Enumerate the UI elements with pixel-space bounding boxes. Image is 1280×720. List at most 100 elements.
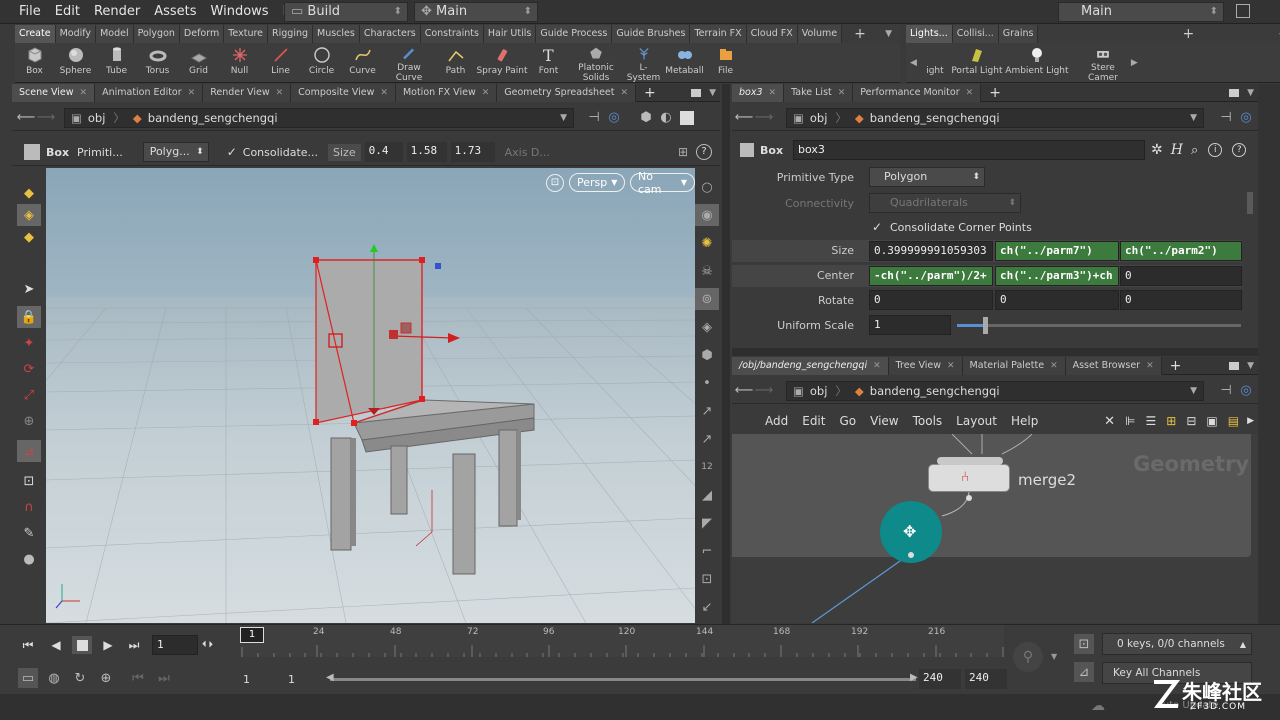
- menu-edit[interactable]: Edit: [48, 0, 87, 24]
- tab-tree-view[interactable]: Tree View ✕: [888, 356, 963, 375]
- chevron-down-icon[interactable]: ▼: [1190, 109, 1197, 127]
- blank-view-icon[interactable]: [680, 110, 694, 125]
- tool-sphere[interactable]: Sphere: [55, 43, 96, 83]
- tab-render-view[interactable]: Render View ✕: [203, 83, 292, 102]
- info-icon[interactable]: i: [1208, 143, 1223, 157]
- range-handle-right[interactable]: ▶: [910, 672, 918, 683]
- close-icon[interactable]: ✕: [873, 361, 881, 371]
- help-icon[interactable]: ?: [1232, 143, 1247, 157]
- pane-maximize-icon[interactable]: [1229, 361, 1240, 370]
- key-icon[interactable]: ⊿: [1074, 662, 1094, 682]
- back-arrow-icon[interactable]: ⟵: [734, 108, 754, 128]
- slider-handle[interactable]: [983, 317, 988, 334]
- rotate-tool-icon[interactable]: ⟳: [17, 358, 41, 380]
- shelf-tab-constraints[interactable]: Constraints: [420, 25, 484, 43]
- normal-icon[interactable]: ↗: [695, 400, 719, 422]
- tab-asset-browser[interactable]: Asset Browser ✕: [1065, 356, 1162, 375]
- tool-spray-paint[interactable]: Spray Paint: [476, 43, 528, 83]
- scale-tool-icon[interactable]: ⤢: [17, 384, 41, 406]
- tab-motion-fx-view[interactable]: Motion FX View ✕: [395, 83, 498, 102]
- scope-menu-icon[interactable]: ▼: [1051, 652, 1057, 661]
- tool-font[interactable]: T Font: [528, 43, 569, 83]
- keys-status[interactable]: 0 keys, 0/0 channels ▲: [1102, 633, 1252, 655]
- jump-start-icon[interactable]: ⏮: [18, 635, 38, 655]
- tree-icon[interactable]: ⊫: [1125, 414, 1135, 428]
- tool-platonic-solids[interactable]: Platonic Solids: [569, 43, 623, 83]
- close-icon[interactable]: ✕: [947, 361, 955, 371]
- tab-network[interactable]: /obj/bandeng_sengchengqi ✕: [732, 356, 889, 375]
- gear-icon[interactable]: ✲: [1151, 142, 1163, 158]
- center-x-input[interactable]: -ch("../parm")/2+: [869, 266, 993, 286]
- pin-icon[interactable]: ⊣: [1216, 381, 1236, 401]
- tab-performance-monitor[interactable]: Performance Monitor ✕: [853, 83, 982, 102]
- net-menu-tools[interactable]: Tools: [913, 414, 943, 428]
- path-field[interactable]: ▣ obj 〉 ◆ bandeng_sengchengqi ▼: [786, 107, 1204, 128]
- add-shelf-tab-icon[interactable]: +: [854, 26, 866, 42]
- help-icon[interactable]: ?: [696, 144, 712, 160]
- add-tab-icon[interactable]: +: [644, 85, 656, 101]
- pin-icon[interactable]: ⊣: [584, 108, 604, 128]
- shelf-tab-grains[interactable]: Grains: [998, 25, 1039, 43]
- view-camera-icon[interactable]: ⊚: [695, 288, 719, 310]
- path-obj[interactable]: obj: [810, 109, 828, 127]
- chevron-down-icon[interactable]: ▼: [560, 109, 567, 127]
- snap-icon[interactable]: ⊡: [17, 470, 41, 492]
- loop-icon[interactable]: ↻: [70, 668, 90, 688]
- pin-toolbar-icon[interactable]: ⊞: [678, 145, 688, 159]
- close-icon[interactable]: ✕: [838, 88, 846, 98]
- select-arrow-icon[interactable]: ➤: [17, 278, 41, 300]
- center-z-input[interactable]: 0: [1120, 266, 1242, 286]
- pane-maximize-icon[interactable]: [691, 88, 702, 97]
- transform-tool-icon[interactable]: ⊕: [17, 410, 41, 432]
- menu-render[interactable]: Render: [87, 0, 147, 24]
- tool-circle[interactable]: Circle: [301, 43, 342, 83]
- size-x-input[interactable]: 0.399999991059303: [869, 241, 993, 261]
- shelf-tab-guide-brushes[interactable]: Guide Brushes: [612, 25, 691, 43]
- net-menu-view[interactable]: View: [870, 414, 898, 428]
- brush-display-icon[interactable]: ◤: [695, 512, 719, 534]
- range-start2-field[interactable]: 1: [288, 673, 295, 686]
- shelf-tab-hair-utils[interactable]: Hair Utils: [483, 25, 537, 43]
- close-icon[interactable]: ✕: [482, 88, 490, 98]
- point-icon[interactable]: •: [695, 372, 719, 394]
- tab-scene-view[interactable]: Scene View ✕: [12, 83, 96, 102]
- play-icon[interactable]: ▶: [98, 635, 118, 655]
- net-menu-add[interactable]: Add: [765, 414, 788, 428]
- shelf-tab-terrain-fx[interactable]: Terrain FX: [690, 25, 747, 43]
- step-forward-icon[interactable]: ⏵: [209, 640, 214, 650]
- arrow-display-icon[interactable]: ↙: [695, 596, 719, 618]
- grid-view-icon[interactable]: ⊞: [1166, 414, 1176, 428]
- desktop-main-right-dropdown[interactable]: Main ⬍: [1058, 2, 1224, 22]
- tool-grid[interactable]: Grid: [178, 43, 219, 83]
- number-icon[interactable]: 12: [695, 456, 719, 478]
- close-icon[interactable]: ✕: [621, 88, 629, 98]
- details-icon[interactable]: ⊟: [1186, 414, 1196, 428]
- list-icon[interactable]: ☰: [1146, 414, 1157, 428]
- shelf-tab-texture[interactable]: Texture: [224, 25, 269, 43]
- forward-arrow-icon[interactable]: ⟶: [754, 108, 774, 128]
- uniform-scale-input[interactable]: 1: [869, 315, 951, 335]
- path-obj[interactable]: obj: [810, 382, 828, 400]
- forward-arrow-icon[interactable]: ⟶: [36, 108, 56, 128]
- pane-maximize-icon[interactable]: [1229, 88, 1240, 97]
- lock-icon[interactable]: 🔒: [17, 306, 41, 328]
- rotate-x-input[interactable]: 0: [869, 290, 993, 310]
- tool-stereo-camera[interactable]: Stere Camer: [1075, 43, 1131, 83]
- ghost-icon[interactable]: ◉: [695, 204, 719, 226]
- shelf-tab-volume[interactable]: Volume: [797, 25, 843, 43]
- move-tool-icon[interactable]: ✦: [17, 332, 41, 354]
- frame-icon[interactable]: ⌐: [695, 540, 719, 562]
- persp-menu[interactable]: Persp ▼: [569, 173, 626, 192]
- desktop-build-dropdown[interactable]: ▭ Build ⬍: [284, 2, 408, 22]
- close-icon[interactable]: ✕: [276, 88, 284, 98]
- tab-geometry-spreadsheet[interactable]: Geometry Spreadsheet ✕: [497, 83, 637, 102]
- brush-icon[interactable]: ✎: [17, 522, 41, 544]
- lightbulb-icon[interactable]: ✺: [695, 232, 719, 254]
- shelf-tab-rigging[interactable]: Rigging: [268, 25, 314, 43]
- jump-end-icon[interactable]: ⏭: [124, 635, 144, 655]
- tool-metaball[interactable]: Metaball: [664, 43, 705, 83]
- link-icon[interactable]: ◎: [604, 108, 624, 128]
- tool-path[interactable]: Path: [435, 43, 476, 83]
- connectivity-dropdown[interactable]: Quadrilaterals ⬍: [869, 193, 1021, 213]
- shelf-menu-icon[interactable]: ▼: [885, 29, 892, 39]
